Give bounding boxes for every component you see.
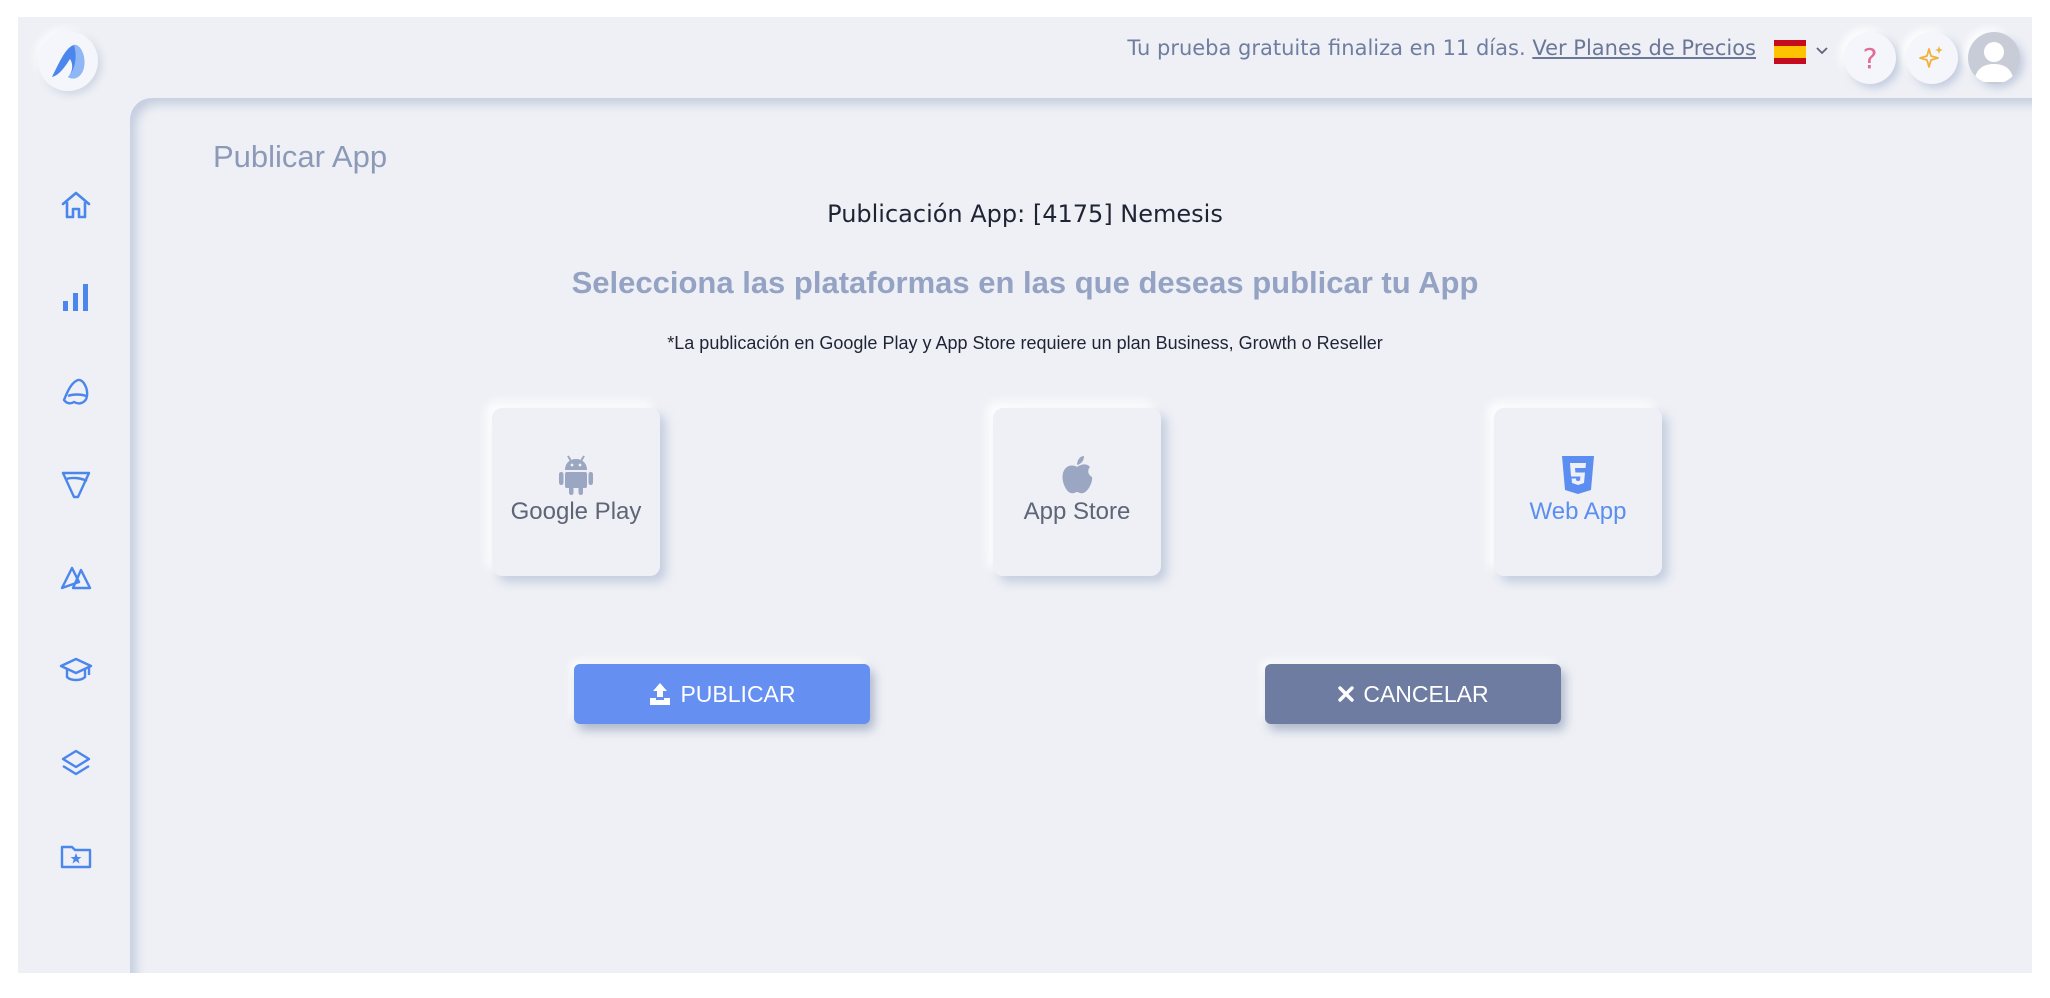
publish-label: PUBLICAR [680,680,796,707]
plan-requirement-note: *La publicación en Google Play y App Sto… [667,333,1383,353]
apple-icon [1062,456,1093,494]
upload-icon [650,683,671,705]
sidebar-item-integrations[interactable] [56,557,96,597]
app-screen: Tu prueba gratuita finaliza en 11 días. … [18,17,2032,973]
language-selector[interactable] [1774,37,1834,69]
publish-button[interactable]: PUBLICAR [574,664,870,724]
cancel-label: CANCELAR [1363,680,1489,707]
help-button[interactable]: ? [1844,32,1896,84]
close-icon [1338,686,1355,702]
page-title: Publicar App [213,139,388,174]
platform-card-app-store[interactable]: App Store [993,408,1161,576]
app-builder-icon [62,378,89,405]
cancel-button[interactable]: CANCELAR [1265,664,1561,724]
sparkles-icon [1919,46,1943,68]
favorites-folder-icon [60,845,92,869]
android-icon [559,455,593,495]
help-icon: ? [1862,41,1878,75]
design-icon [61,471,91,499]
sidebar-item-academy[interactable] [56,650,96,690]
platform-card-web-app[interactable]: Web App [1494,408,1662,576]
sidebar-item-design[interactable] [56,464,96,504]
chevron-down-icon [1816,47,1828,55]
trial-text: Tu prueba gratuita finaliza en 11 días. [1127,36,1526,60]
platform-card-google-play[interactable]: Google Play [492,408,660,576]
platform-label: Web App [1529,498,1627,525]
integrations-icon [60,566,92,590]
app-name: [4175] Nemesis [1032,200,1223,228]
user-avatar[interactable] [1968,32,2020,84]
user-icon [1974,42,2014,82]
layers-icon [61,749,91,776]
html5-icon [1562,456,1594,494]
platform-label: Google Play [510,498,642,525]
app-logo[interactable] [38,31,98,91]
platform-label: App Store [1023,498,1131,525]
ai-assistant-button[interactable] [1906,32,1958,84]
spain-flag-icon [1774,40,1806,64]
academy-icon [59,657,93,682]
publication-label: Publicación App: [827,200,1026,228]
platforms-headline: Selecciona las plataformas en las que de… [571,265,1479,300]
publication-info: Publicación App: [4175] Nemesis [18,200,2032,228]
sidebar-item-favorites[interactable] [56,836,96,876]
pricing-link[interactable]: Ver Planes de Precios [1532,36,1756,60]
sidebar-item-app-builder[interactable] [56,371,96,411]
logo-icon [52,44,85,79]
sidebar-item-layers[interactable] [56,743,96,783]
trial-banner: Tu prueba gratuita finaliza en 11 días. … [1127,36,1756,60]
